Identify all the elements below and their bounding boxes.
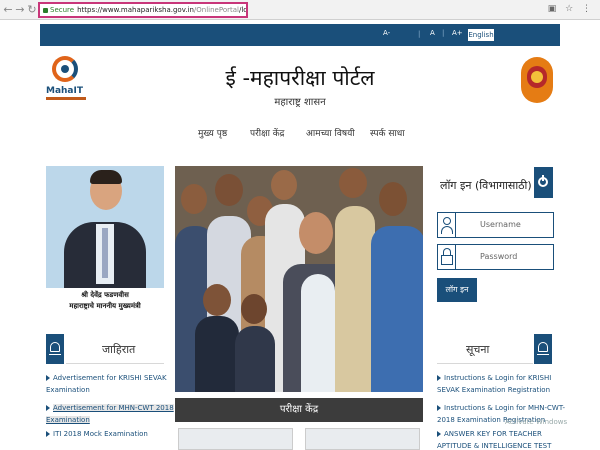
photo-head — [181, 184, 207, 214]
notices-list: Instructions & Login for KRISHI SEVAK Ex… — [437, 372, 565, 450]
url-path: /OnlinePortal — [193, 6, 239, 14]
photo-hair — [90, 170, 122, 184]
lock-icon — [438, 245, 456, 269]
map-thumbnail[interactable] — [178, 428, 293, 450]
arrow-icon — [437, 431, 441, 437]
bell-base — [537, 354, 549, 355]
bell-base — [49, 354, 61, 355]
notices-divider — [437, 363, 533, 364]
list-item[interactable]: Examination — [46, 384, 90, 396]
profile-name: श्री देवेंद्र फडणवीस — [81, 291, 129, 299]
list-item[interactable]: Instructions & Login for MHN-CWT- — [437, 402, 565, 414]
url-rest: /loginPage# — [238, 6, 248, 14]
photo-figure — [195, 316, 239, 392]
font-increase-button[interactable]: A+ — [452, 29, 463, 37]
page-subtitle: महाराष्ट्र शासन — [274, 97, 326, 108]
ads-section-title: जाहिरात — [102, 343, 136, 356]
password-placeholder: Password — [480, 252, 518, 261]
username-input[interactable]: Username — [437, 212, 554, 238]
ads-list: Advertisement for KRISHI SEVAK Examinati… — [46, 372, 174, 440]
maharashtra-emblem-icon — [521, 57, 553, 103]
top-utility-bar: A- | A | A+ English — [40, 24, 560, 46]
page-title: ई -महापरीक्षा पोर्टल — [225, 66, 375, 90]
logo-underline — [46, 97, 86, 100]
map-thumbnail[interactable] — [305, 428, 420, 450]
windows-watermark: Activate Windows — [505, 418, 568, 426]
bell-shape — [50, 342, 60, 352]
mahait-logo[interactable]: MahaIT — [46, 56, 86, 104]
login-button[interactable]: लॉग इन — [437, 278, 477, 302]
bell-icon — [534, 334, 552, 364]
arrow-icon — [46, 405, 50, 411]
forward-icon[interactable]: → — [14, 3, 26, 17]
list-item[interactable]: Instructions & Login for KRISHI — [437, 372, 551, 384]
notices-section-title: सूचना — [466, 343, 490, 356]
list-item[interactable]: ITI 2018 Mock Examination — [46, 428, 148, 440]
hero-photo — [175, 166, 423, 392]
bell-shape — [538, 342, 548, 352]
user-icon-head — [443, 217, 451, 225]
photo-head — [241, 294, 267, 324]
list-item[interactable]: SEVAK Examination Registration — [437, 384, 550, 396]
list-item[interactable]: APTITUDE & INTELLIGENCE TEST — [437, 440, 551, 450]
photo-head — [271, 170, 297, 200]
power-line — [542, 175, 544, 181]
main-navigation: मुख्य पृष्ठ परीक्षा केंद्र आमच्या विषयी … — [190, 126, 440, 144]
emblem-center — [531, 71, 543, 83]
photo-head — [379, 182, 407, 216]
exam-centre-bar[interactable]: परीक्षा केंद्र — [175, 398, 423, 422]
list-item[interactable]: Examination — [46, 414, 90, 426]
arrow-icon — [46, 431, 50, 437]
language-button[interactable]: English — [468, 29, 494, 41]
photo-head — [339, 168, 367, 198]
photo-tie — [102, 228, 108, 278]
login-title: लॉग इन (विभागासाठी) — [440, 179, 532, 192]
user-icon-body — [441, 226, 453, 234]
photo-head — [203, 284, 231, 316]
user-icon — [438, 213, 456, 237]
address-bar[interactable]: Secure https://www.mahapariksha.gov.in/On… — [38, 2, 248, 18]
secure-label: Secure — [50, 6, 75, 14]
lock-icon — [43, 7, 48, 13]
nav-item-about-us[interactable]: आमच्या विषयी — [306, 126, 355, 139]
list-item[interactable]: Advertisement for KRISHI SEVAK — [46, 372, 167, 384]
photo-figure — [371, 226, 423, 392]
photo-figure — [301, 274, 335, 392]
ads-divider — [66, 363, 164, 364]
list-item[interactable]: Advertisement for MHN-CWT 2018 — [46, 402, 174, 414]
photo-head — [299, 212, 333, 254]
photo-head — [215, 174, 243, 206]
list-item[interactable]: ANSWER KEY FOR TEACHER — [437, 428, 542, 440]
divider: | — [442, 29, 445, 37]
profile-designation: महाराष्ट्राचे माननीय मुख्यमंत्री — [69, 302, 141, 310]
bell-icon — [46, 334, 64, 364]
password-input[interactable]: Password — [437, 244, 554, 270]
photo-figure — [235, 326, 275, 392]
font-decrease-button[interactable]: A- — [383, 29, 390, 37]
lock-icon-body — [441, 255, 453, 265]
browser-toolbar: ← → ↻ Secure https://www.mahapariksha.gov… — [0, 0, 600, 20]
browser-menu-icon[interactable]: ▣ ☆ ⋮ — [548, 4, 594, 14]
arrow-icon — [437, 405, 441, 411]
font-normal-button[interactable]: A — [430, 29, 435, 37]
logo-text: MahaIT — [46, 86, 83, 96]
url-host: https://www.mahapariksha.gov.in — [77, 6, 194, 14]
power-icon[interactable] — [534, 167, 553, 198]
photo-figure — [335, 206, 375, 392]
divider: | — [418, 30, 421, 38]
logo-dot-icon — [61, 65, 69, 73]
nav-item-contact[interactable]: स्पर्क साधा — [370, 126, 405, 139]
arrow-icon — [437, 375, 441, 381]
chief-minister-photo — [46, 166, 164, 288]
reload-icon[interactable]: ↻ — [26, 3, 38, 17]
back-icon[interactable]: ← — [2, 3, 14, 17]
nav-item-home[interactable]: मुख्य पृष्ठ — [198, 126, 227, 139]
nav-item-exam-centre[interactable]: परीक्षा केंद्र — [250, 126, 284, 139]
username-placeholder: Username — [480, 220, 521, 229]
page-root: ← → ↻ Secure https://www.mahapariksha.gov… — [0, 0, 600, 450]
arrow-icon — [46, 375, 50, 381]
